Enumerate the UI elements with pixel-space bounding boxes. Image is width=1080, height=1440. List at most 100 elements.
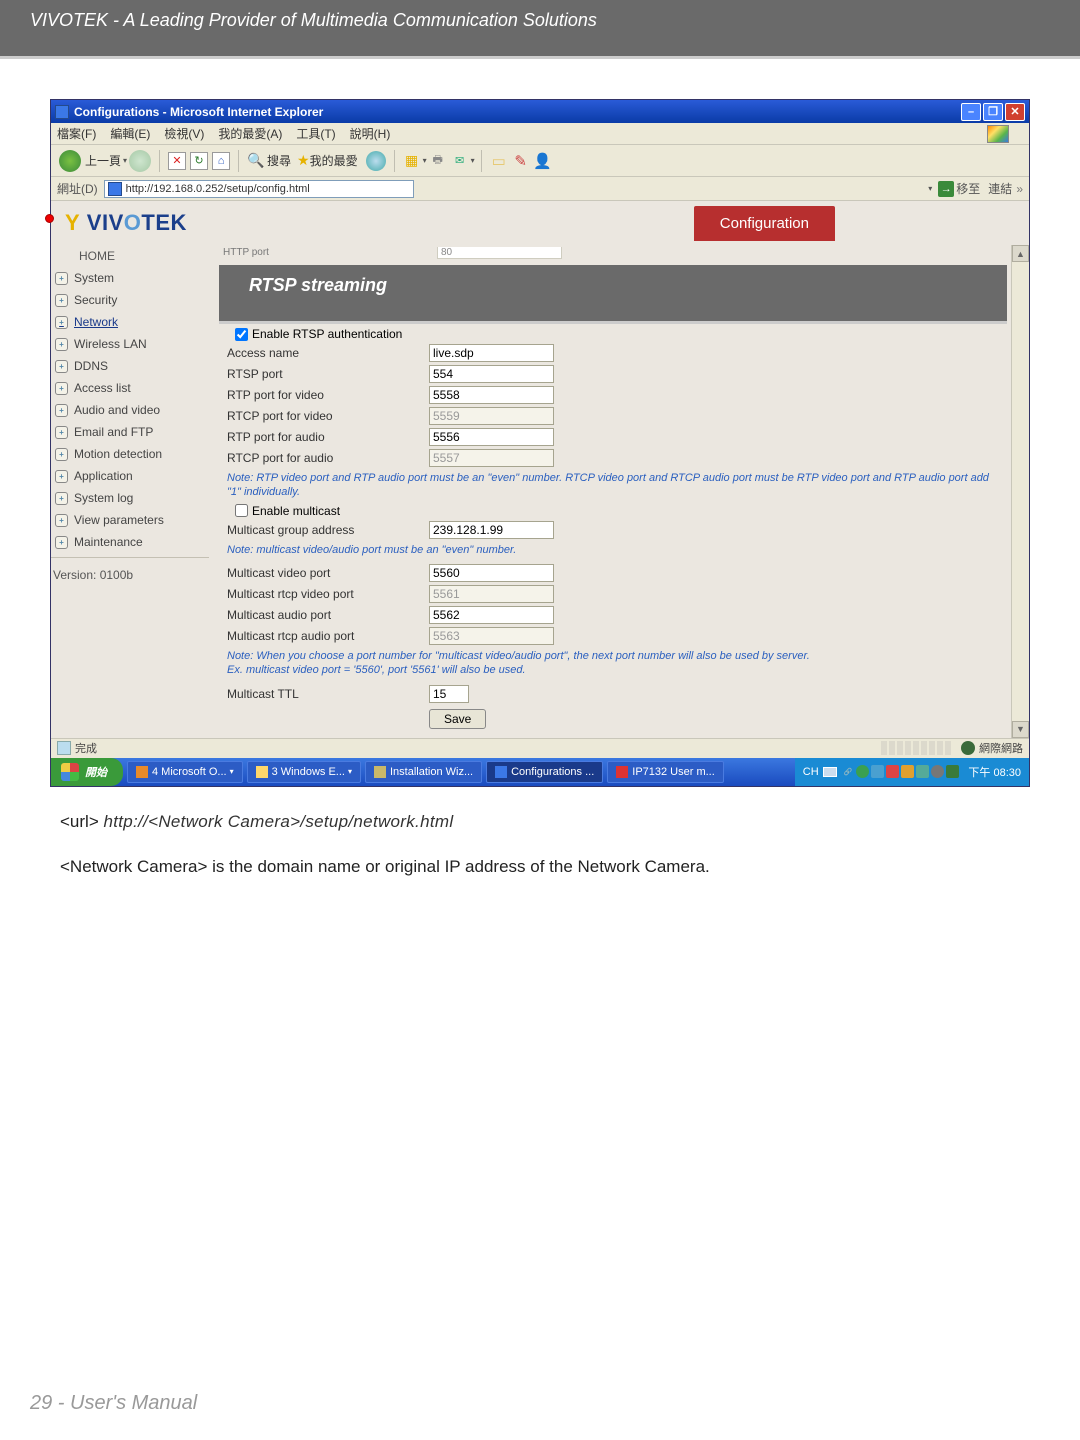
folders-icon[interactable]: ▦: [403, 152, 421, 170]
scroll-down-icon[interactable]: ▼: [1012, 721, 1029, 738]
tray-msg-icon[interactable]: [916, 765, 929, 778]
messenger-icon[interactable]: 👤: [534, 152, 552, 170]
sidebar-item-email[interactable]: +Email and FTP: [51, 421, 209, 443]
caption-url: <url> http://<Network Camera>/setup/netw…: [60, 812, 1020, 832]
enable-multicast-label: Enable multicast: [252, 504, 340, 518]
history-button[interactable]: [366, 151, 386, 171]
zone-label: 網際網路: [979, 740, 1023, 756]
sidebar-item-application[interactable]: +Application: [51, 465, 209, 487]
rtsp-row-label: Access name: [219, 346, 429, 360]
rtsp-row-field[interactable]: [429, 386, 554, 404]
tray-net-icon[interactable]: [871, 765, 884, 778]
sidebar-item-network[interactable]: +Network: [51, 311, 209, 333]
office-icon: [136, 766, 148, 778]
enable-rtsp-auth-checkbox[interactable]: [235, 328, 248, 341]
discuss-icon[interactable]: ✎: [512, 152, 530, 170]
refresh-button[interactable]: ↻: [190, 152, 208, 170]
sidebar-item-access[interactable]: +Access list: [51, 377, 209, 399]
ttl-field[interactable]: [429, 685, 469, 703]
task-office[interactable]: 4 Microsoft O...▾: [127, 761, 243, 783]
scroll-up-icon[interactable]: ▲: [1012, 245, 1029, 262]
sidebar-item-ddns[interactable]: +DDNS: [51, 355, 209, 377]
sidebar-item-system[interactable]: +System: [51, 267, 209, 289]
tray-disk-icon[interactable]: [931, 765, 944, 778]
edit-icon[interactable]: ▭: [490, 152, 508, 170]
search-icon[interactable]: 🔍: [247, 152, 265, 170]
maximize-button[interactable]: ❐: [983, 103, 1003, 121]
address-field[interactable]: http://192.168.0.252/setup/config.html: [104, 180, 414, 198]
sidebar-item-wireless[interactable]: +Wireless LAN: [51, 333, 209, 355]
multicast-row-label: Multicast audio port: [219, 608, 429, 622]
menu-view[interactable]: 檢視(V): [164, 125, 204, 142]
forward-button[interactable]: [129, 150, 151, 172]
task-install[interactable]: Installation Wiz...: [365, 761, 482, 783]
address-bar: 網址(D) http://192.168.0.252/setup/config.…: [51, 177, 1029, 201]
sidebar-item-motion[interactable]: +Motion detection: [51, 443, 209, 465]
config-panel: HTTP port80 RTSP streaming Enable RTSP a…: [209, 245, 1011, 738]
tray-keyboard-icon[interactable]: [823, 767, 837, 777]
close-button[interactable]: ✕: [1005, 103, 1025, 121]
menu-edit[interactable]: 編輯(E): [110, 125, 150, 142]
favorites-icon[interactable]: ★: [297, 152, 310, 169]
multicast-row-label: Multicast rtcp audio port: [219, 629, 429, 643]
multicast-addr-field[interactable]: [429, 521, 554, 539]
sidebar-item-maintenance[interactable]: +Maintenance: [51, 531, 209, 553]
home-button[interactable]: ⌂: [212, 152, 230, 170]
tray-av-icon[interactable]: [946, 765, 959, 778]
tray-alert-icon[interactable]: [886, 765, 899, 778]
task-explorer[interactable]: 3 Windows E...▾: [247, 761, 361, 783]
rtsp-row-label: RTCP port for video: [219, 409, 429, 423]
sidebar: HOME +System +Security +Network +Wireles…: [51, 245, 209, 738]
tray-lang[interactable]: CH: [803, 766, 819, 778]
sidebar-item-av[interactable]: +Audio and video: [51, 399, 209, 421]
rtsp-row-field[interactable]: [429, 428, 554, 446]
brand-logo: Y VIVOTEK: [55, 206, 197, 240]
stop-button[interactable]: ✕: [168, 152, 186, 170]
sidebar-version: Version: 0100b: [51, 557, 209, 592]
multicast-row-field: [429, 627, 554, 645]
back-button[interactable]: [59, 150, 81, 172]
folder-icon: [256, 766, 268, 778]
enable-multicast-checkbox[interactable]: [235, 504, 248, 517]
start-button[interactable]: 開始: [51, 758, 123, 786]
print-icon[interactable]: 🖶: [429, 152, 447, 170]
menu-tools[interactable]: 工具(T): [296, 125, 335, 142]
mail-icon[interactable]: ✉: [451, 152, 469, 170]
caption-desc: <Network Camera> is the domain name or o…: [60, 857, 1020, 877]
multicast-row-field[interactable]: [429, 564, 554, 582]
task-config[interactable]: Configurations ...: [486, 761, 603, 783]
menubar: 檔案(F) 編輯(E) 檢視(V) 我的最愛(A) 工具(T) 說明(H): [51, 123, 1029, 145]
rtsp-row-label: RTP port for video: [219, 388, 429, 402]
minimize-button[interactable]: –: [961, 103, 981, 121]
sidebar-home[interactable]: HOME: [51, 245, 209, 267]
multicast-addr-label: Multicast group address: [219, 523, 429, 537]
menu-help[interactable]: 說明(H): [350, 125, 391, 142]
taskbar: 開始 4 Microsoft O...▾ 3 Windows E...▾ Ins…: [51, 758, 1029, 786]
menu-file[interactable]: 檔案(F): [57, 125, 96, 142]
configuration-tab: Configuration: [694, 206, 835, 241]
doc-footer: 29 - User's Manual: [0, 1377, 1080, 1440]
save-button[interactable]: Save: [429, 709, 486, 729]
go-button[interactable]: →: [938, 181, 954, 197]
tray-vol-icon[interactable]: [901, 765, 914, 778]
tray-shield-icon[interactable]: [856, 765, 869, 778]
scrollbar[interactable]: ▲ ▼: [1011, 245, 1029, 738]
system-tray: CH 🔗 下午 08:30: [795, 758, 1029, 786]
zone-icon: [961, 741, 975, 755]
status-bar: 完成 網際網路: [51, 738, 1029, 758]
windows-icon: [61, 763, 79, 781]
address-value: http://192.168.0.252/setup/config.html: [126, 183, 310, 195]
task-pdf[interactable]: IP7132 User m...: [607, 761, 724, 783]
doc-header: VIVOTEK - A Leading Provider of Multimed…: [0, 0, 1080, 59]
tray-link-icon[interactable]: 🔗: [844, 768, 853, 776]
rtsp-row-field[interactable]: [429, 344, 554, 362]
sidebar-item-viewparams[interactable]: +View parameters: [51, 509, 209, 531]
sidebar-item-syslog[interactable]: +System log: [51, 487, 209, 509]
install-icon: [374, 766, 386, 778]
rtsp-row-field[interactable]: [429, 365, 554, 383]
menu-favorites[interactable]: 我的最愛(A): [218, 125, 282, 142]
sidebar-item-security[interactable]: +Security: [51, 289, 209, 311]
http-port-label: HTTP port: [219, 247, 437, 259]
enable-rtsp-auth-label: Enable RTSP authentication: [252, 327, 402, 341]
multicast-row-field[interactable]: [429, 606, 554, 624]
